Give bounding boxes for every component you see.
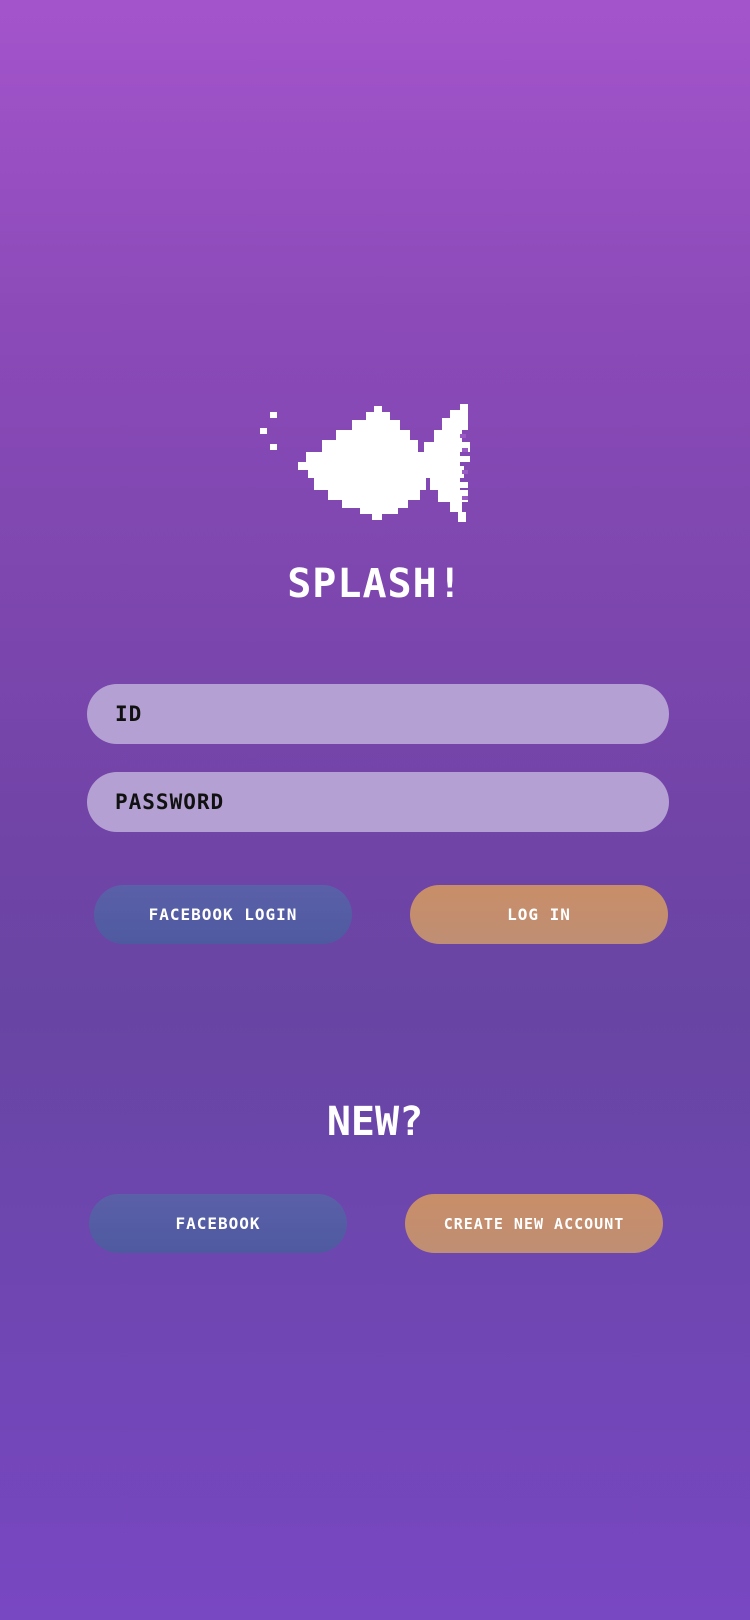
facebook-signup-button[interactable]: FACEBOOK (89, 1194, 347, 1253)
login-label: LOG IN (507, 905, 571, 924)
facebook-login-button[interactable]: FACEBOOK LOGIN (94, 885, 352, 944)
facebook-signup-label: FACEBOOK (175, 1214, 261, 1233)
app-title: SPLASH! (287, 561, 463, 607)
pixel-fish-icon (260, 404, 470, 522)
create-account-label: CREATE NEW ACCOUNT (443, 1214, 625, 1233)
new-user-heading: NEW? (326, 1099, 424, 1145)
facebook-login-label: FACEBOOK LOGIN (148, 905, 298, 924)
id-field[interactable] (87, 684, 669, 744)
login-button[interactable]: LOG IN (410, 885, 668, 944)
create-account-button[interactable]: CREATE NEW ACCOUNT (405, 1194, 663, 1253)
password-field[interactable] (87, 772, 669, 832)
